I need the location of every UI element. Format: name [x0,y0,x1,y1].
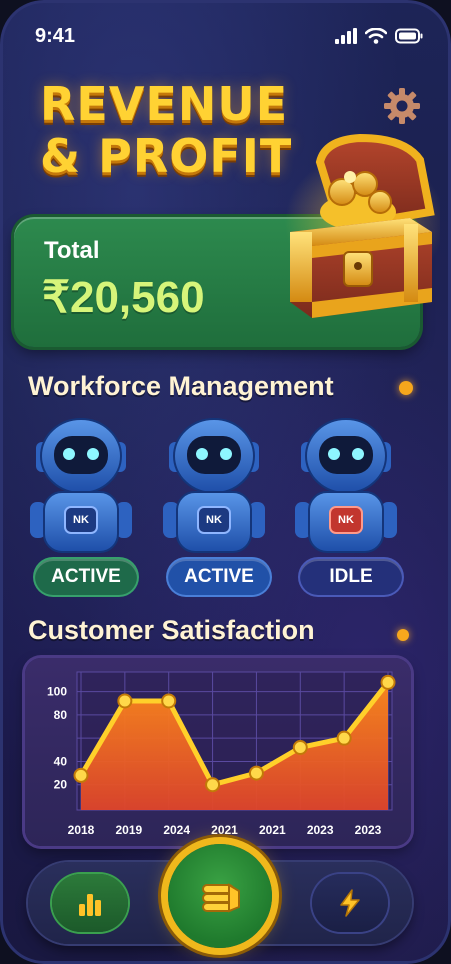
chart-y-tick: 80 [54,708,68,722]
workforce-more-icon[interactable] [399,381,413,395]
robot-status-badge: IDLE [300,559,402,595]
chart-y-tick: 100 [47,685,67,699]
chart-point [205,777,221,793]
total-value: ₹20,560 [42,273,205,322]
nav-stats-button[interactable] [52,874,128,932]
satisfaction-chart-card: 20 40 80 100 2018 2019 2024 2021 2021 2023 2023 [25,658,411,846]
satisfaction-more-icon[interactable] [397,629,409,641]
robot-icon [163,418,265,553]
chart-y-tick: 40 [54,754,68,768]
signal-icon [335,28,357,44]
settings-gear-icon[interactable] [382,86,422,126]
robot-icon [30,418,132,553]
workforce-title: Workforce Management [28,371,334,401]
robot-status-badge: ACTIVE [168,559,270,595]
chart-x-tick: 2018 [68,823,95,837]
status-icons [335,28,423,44]
chart-x-tick: 2021 [211,823,238,837]
phone-screen: 9:41 REVENUE & PROFIT Total ₹20,560 Work… [0,0,451,964]
treasure-chest-icon [285,133,440,318]
satisfaction-chart: 20 40 80 100 2018 2019 2024 2021 2021 2023 2023 [47,671,396,837]
nav-boost-button[interactable] [312,874,388,932]
total-label: Total [44,237,100,264]
bottom-nav [28,844,412,948]
chart-x-tick: 2019 [115,823,142,837]
lightning-icon [340,889,360,917]
robot-card[interactable]: NK ACTIVE [163,414,271,599]
coins-hand-icon [202,883,240,913]
bar-chart-icon [79,894,101,916]
robot-card[interactable]: NK IDLE [295,414,403,599]
robot-badge: NK [206,514,222,526]
chart-point [292,739,308,755]
chart-x-tick: 2023 [307,823,334,837]
chart-y-tick: 20 [54,778,68,792]
robot-badge: NK [73,514,89,526]
chart-x-tick: 2021 [259,823,286,837]
nav-home-button[interactable] [168,844,272,948]
robot-badge: NK [338,514,354,526]
wifi-icon [365,28,387,44]
chart-point [380,674,396,690]
robot-card[interactable]: NK ACTIVE [30,414,138,599]
chart-point [73,767,89,783]
hero-title-line1: REVENUE [40,77,289,131]
chart-point [336,730,352,746]
chart-point [117,693,133,709]
status-bar: 9:41 [35,22,423,52]
robot-icon [295,418,397,553]
robot-status-badge: ACTIVE [35,559,137,595]
status-time: 9:41 [35,25,76,47]
chart-point [248,765,264,781]
robot-list: NK ACTIVE NK ACTIVE NK IDLE [25,414,405,599]
satisfaction-title: Customer Satisfaction [28,615,315,645]
chart-x-tick: 2023 [355,823,382,837]
battery-icon [395,28,423,44]
chart-x-tick: 2024 [163,823,190,837]
chart-point [161,693,177,709]
